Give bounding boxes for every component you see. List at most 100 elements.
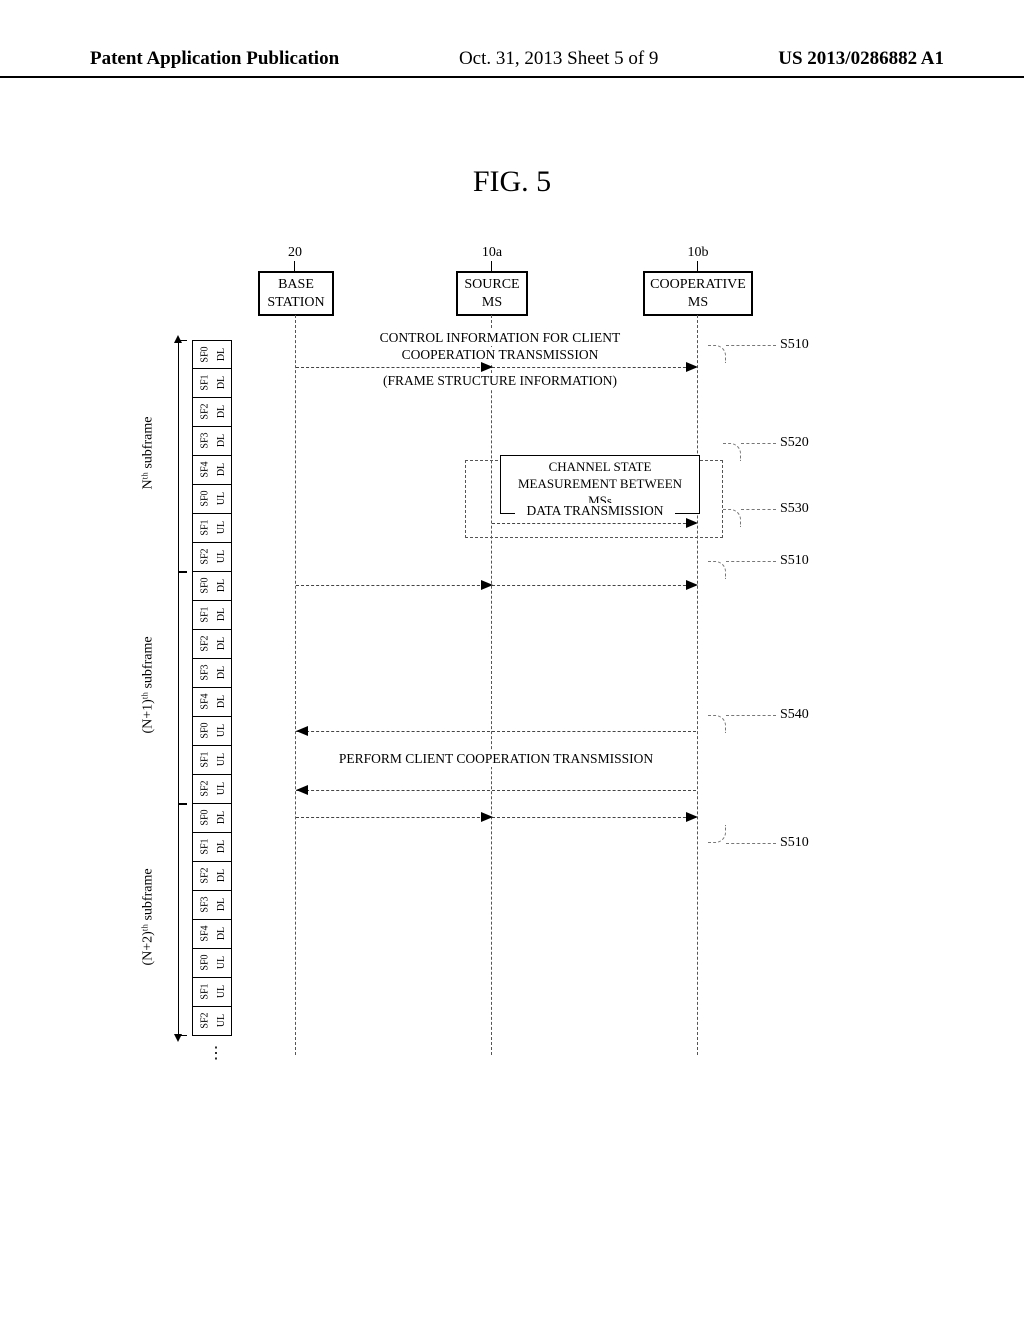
subframe-dir: DL <box>216 637 227 650</box>
subframe-dir: UL <box>216 753 227 766</box>
subframe-dir: UL <box>216 1014 227 1027</box>
subframe-dir: UL <box>216 985 227 998</box>
subframe-cell: UL SF2 <box>192 775 232 804</box>
source-ms-ref-num: 10a <box>472 245 512 261</box>
step-s530: S530 <box>780 501 809 517</box>
arrow-head-s530 <box>686 518 698 528</box>
arrow-s540-top <box>296 731 696 732</box>
subframe-dir: DL <box>216 405 227 418</box>
subframe-cell: DLSF0 <box>192 804 232 833</box>
subframe-cell: UL SF1 <box>192 746 232 775</box>
tick-line <box>697 261 698 271</box>
leader-hook-s540 <box>708 715 726 733</box>
coop-ms-label-1: COOPERATIVE <box>649 276 747 294</box>
subframe-cell: ULSF0 <box>192 485 232 514</box>
subframe-sf: SF4 <box>200 461 211 477</box>
subframe-dir: UL <box>216 550 227 563</box>
subframe-cell: DLSF1 <box>192 601 232 630</box>
subframe-cell: DL SF2 <box>192 398 232 427</box>
subframe-sf: SF1 <box>200 519 211 535</box>
subframe-dir: DL <box>216 348 227 361</box>
lifeline-source-ms <box>491 315 492 1055</box>
subframe-cell: DL SF3 <box>192 427 232 456</box>
subframe-sf: SF1 <box>200 838 211 854</box>
lifeline-coop-ms <box>697 315 698 1055</box>
leader-s510a <box>726 345 776 346</box>
channel-measure-line1: CHANNEL STATE <box>505 459 695 476</box>
group-label-n: Nᵗʰ subframe <box>140 417 156 490</box>
base-station-label-1: BASE <box>264 276 328 294</box>
page-header: Patent Application Publication Oct. 31, … <box>0 48 1024 78</box>
subframe-sf: SF1 <box>200 983 211 999</box>
msg-s510-line2: COOPERATION TRANSMISSION <box>340 347 660 363</box>
subframe-sf: SF4 <box>200 925 211 941</box>
subframe-cell: UL SF0 <box>192 949 232 978</box>
subframe-sf: SF3 <box>200 664 211 680</box>
subframe-sf: SF2 <box>200 403 211 419</box>
subframe-sf: SF2 <box>200 780 211 796</box>
msg-s510-line1: CONTROL INFORMATION FOR CLIENT <box>340 330 660 346</box>
publication-number: US 2013/0286882 A1 <box>778 48 944 70</box>
subframe-sf: SF2 <box>200 548 211 564</box>
subframe-cell: UL SF2 <box>192 543 232 572</box>
step-s540: S540 <box>780 707 809 723</box>
subframe-sf: SF3 <box>200 432 211 448</box>
arrow-s510a <box>296 367 696 368</box>
date-sheet: Oct. 31, 2013 Sheet 5 of 9 <box>459 48 658 70</box>
subframe-sf: SF2 <box>200 1012 211 1028</box>
subframe-cell: DL SF4 <box>192 920 232 949</box>
leader-s510b <box>726 561 776 562</box>
arrow-s510c <box>296 817 696 818</box>
bracket-arrow-up <box>174 335 182 343</box>
publication-type: Patent Application Publication <box>90 48 339 70</box>
sequence-diagram: 20 10a 10b BASE STATION SOURCE MS COOPER… <box>130 245 910 1145</box>
group-label-n2: (N+2)ᵗʰ subframe <box>141 868 157 965</box>
subframe-sf: SF0 <box>200 954 211 970</box>
leader-hook-s520 <box>723 443 741 461</box>
step-s520: S520 <box>780 435 809 451</box>
subframe-cell: UL SF1 <box>192 978 232 1007</box>
subframe-dir: DL <box>216 869 227 882</box>
coop-ms-ref-num: 10b <box>678 245 718 261</box>
subframe-cell: DL SF0 <box>192 340 232 369</box>
step-s510a: S510 <box>780 337 809 353</box>
source-ms-box: SOURCE MS <box>456 271 528 316</box>
arrow-head-s510b-src <box>481 580 493 590</box>
leader-s530 <box>741 509 776 510</box>
subframe-dir: UL <box>216 724 227 737</box>
subframe-dir: DL <box>216 608 227 621</box>
base-station-box: BASE STATION <box>258 271 334 316</box>
subframe-sf: SF2 <box>200 867 211 883</box>
subframe-sf: SF1 <box>200 751 211 767</box>
arrow-head-s510-src <box>481 362 493 372</box>
subframe-dir: UL <box>216 956 227 969</box>
msg-s510-line3: (FRAME STRUCTURE INFORMATION) <box>340 373 660 389</box>
msg-s540: PERFORM CLIENT COOPERATION TRANSMISSION <box>326 751 666 767</box>
subframe-dir: DL <box>216 927 227 940</box>
subframe-dir: DL <box>216 666 227 679</box>
arrow-head-s510-coop <box>686 362 698 372</box>
subframe-sf: SF2 <box>200 635 211 651</box>
subframe-cell: DL SF3 <box>192 659 232 688</box>
arrow-s510b <box>296 585 696 586</box>
subframe-sf: SF0 <box>200 346 211 362</box>
subframe-dir: UL <box>216 782 227 795</box>
tick-line <box>491 261 492 271</box>
coop-ms-label-2: MS <box>649 294 747 312</box>
subframe-cell: DLSF1 <box>192 833 232 862</box>
bracket-arrow-down <box>174 1034 182 1042</box>
leader-hook-s510c <box>708 825 726 843</box>
leader-s520 <box>741 443 776 444</box>
subframe-cell: UL SF2 <box>192 1007 232 1036</box>
arrow-head-s510b-coop <box>686 580 698 590</box>
leader-hook-s510b <box>708 561 726 579</box>
subframe-dir: DL <box>216 579 227 592</box>
subframe-dir: DL <box>216 695 227 708</box>
base-station-ref-num: 20 <box>275 245 315 261</box>
arrow-head-s540-bot <box>296 785 308 795</box>
step-s510b: S510 <box>780 553 809 569</box>
subframe-cell: DL SF2 <box>192 862 232 891</box>
subframe-dir: DL <box>216 434 227 447</box>
arrow-head-s540-top <box>296 726 308 736</box>
arrow-head-s510c-src <box>481 812 493 822</box>
